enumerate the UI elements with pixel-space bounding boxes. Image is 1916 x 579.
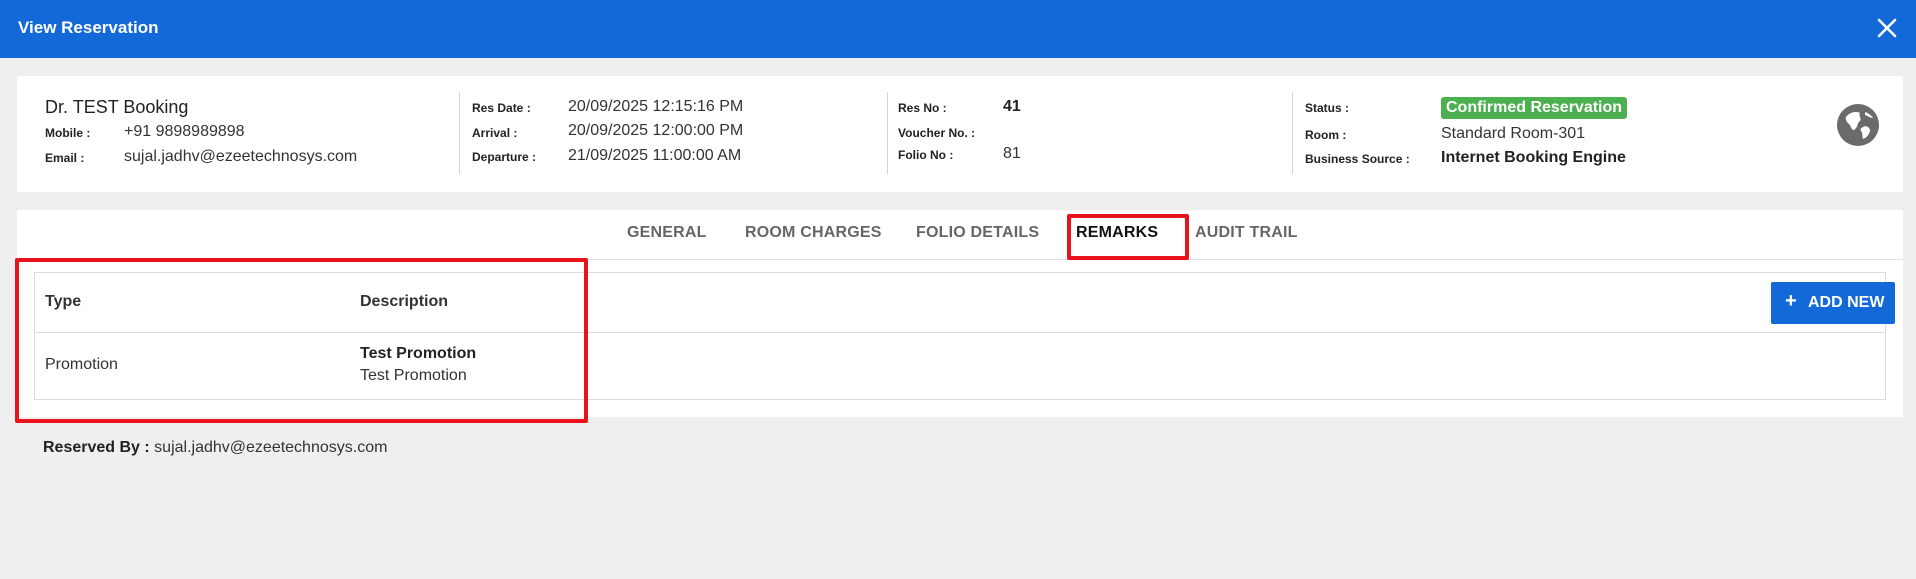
departure-value: 21/09/2025 11:00:00 AM bbox=[568, 147, 742, 164]
res-date-label: Res Date : bbox=[472, 101, 531, 115]
res-date-value: 20/09/2025 12:15:16 PM bbox=[568, 98, 744, 115]
tab-bar: GENERAL ROOM CHARGES FOLIO DETAILS REMAR… bbox=[17, 210, 1903, 260]
add-new-button[interactable]: + ADD NEW bbox=[1771, 282, 1895, 324]
tab-general[interactable]: GENERAL bbox=[627, 224, 707, 242]
divider bbox=[1292, 92, 1293, 174]
reserved-by-label: Reserved By : bbox=[43, 439, 150, 456]
voucher-label: Voucher No. : bbox=[898, 126, 976, 140]
mobile-label: Mobile : bbox=[45, 126, 91, 140]
plus-icon: + bbox=[1785, 290, 1797, 312]
guest-name: Dr. TEST Booking bbox=[45, 97, 188, 118]
remarks-table-highlight bbox=[15, 258, 588, 423]
divider bbox=[887, 92, 888, 174]
tab-audit-trail[interactable]: AUDIT TRAIL bbox=[1195, 224, 1298, 242]
folio-label: Folio No : bbox=[898, 148, 954, 162]
guest-salutation: Dr. bbox=[45, 97, 69, 117]
divider bbox=[459, 92, 460, 174]
res-no-value: 41 bbox=[1003, 98, 1021, 115]
tab-folio-details[interactable]: FOLIO DETAILS bbox=[916, 224, 1039, 242]
departure-label: Departure : bbox=[472, 150, 537, 164]
folio-value: 81 bbox=[1003, 145, 1021, 162]
res-no-label: Res No : bbox=[898, 101, 947, 115]
room-label: Room : bbox=[1305, 128, 1347, 142]
reserved-by: Reserved By : sujal.jadhv@ezeetechnosys.… bbox=[43, 439, 387, 457]
dialog-title: View Reservation bbox=[18, 18, 159, 37]
email-value: sujal.jadhv@ezeetechnosys.com bbox=[124, 148, 358, 165]
business-source-label: Business Source : bbox=[1305, 152, 1410, 166]
status-badge: Confirmed Reservation bbox=[1441, 97, 1628, 119]
reserved-by-value: sujal.jadhv@ezeetechnosys.com bbox=[154, 439, 388, 456]
mobile-value: +91 9898989898 bbox=[124, 123, 245, 140]
arrival-label: Arrival : bbox=[472, 126, 518, 140]
guest-name-text: TEST Booking bbox=[72, 97, 189, 117]
arrival-value: 20/09/2025 12:00:00 PM bbox=[568, 122, 744, 139]
tab-room-charges[interactable]: ROOM CHARGES bbox=[745, 224, 882, 242]
close-icon[interactable] bbox=[1874, 15, 1900, 41]
add-new-label: ADD NEW bbox=[1808, 294, 1885, 311]
status-label: Status : bbox=[1305, 101, 1350, 115]
active-tab-highlight bbox=[1067, 214, 1189, 260]
business-source-value: Internet Booking Engine bbox=[1441, 149, 1626, 166]
globe-icon[interactable] bbox=[1836, 103, 1880, 147]
title-bar: View Reservation bbox=[0, 0, 1916, 58]
reservation-summary-card: Dr. TEST Booking Mobile : +91 9898989898… bbox=[17, 76, 1903, 192]
room-value: Standard Room-301 bbox=[1441, 125, 1586, 142]
email-label: Email : bbox=[45, 151, 85, 165]
